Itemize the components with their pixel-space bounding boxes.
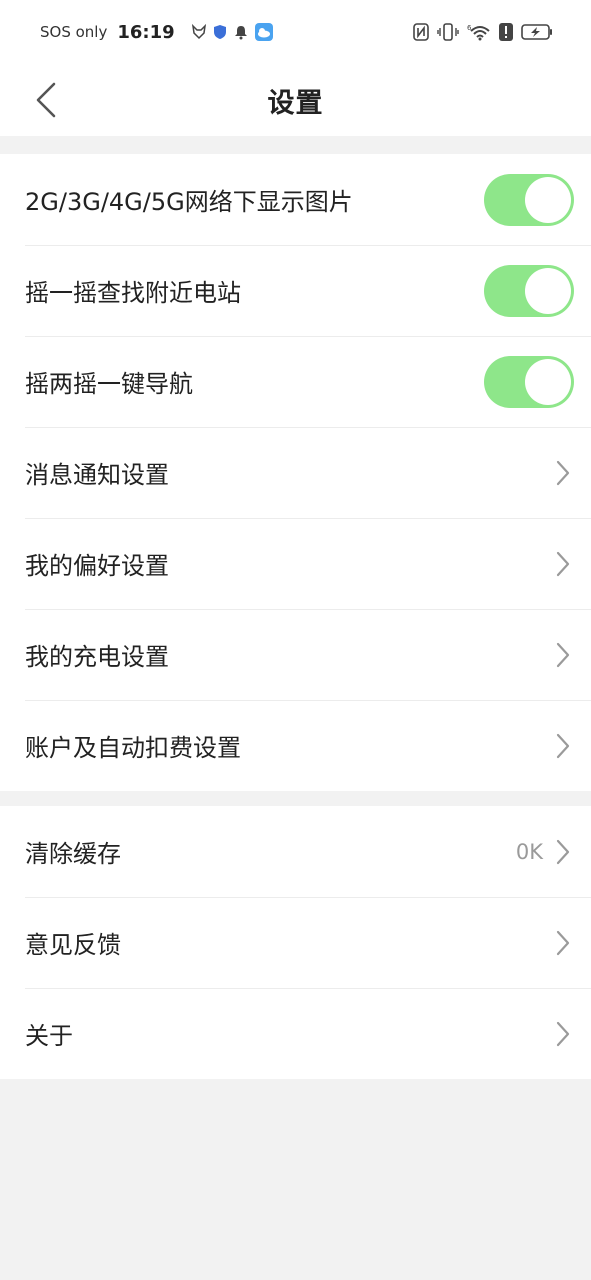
setting-row-shake-navigate[interactable]: 摇两摇一键导航 [0,336,591,427]
notification-icons [191,23,273,41]
status-right: 6 [413,23,553,41]
chevron-left-icon [34,82,58,118]
toggle-knob [525,267,571,314]
carrier-text: SOS only [40,23,108,41]
setting-label: 意见反馈 [25,931,121,959]
weather-icon [254,23,273,41]
status-left: SOS only 16:19 [40,22,273,43]
setting-row-about[interactable]: 关于 [0,988,591,1079]
chevron-right-icon [553,640,573,670]
nfc-icon [413,23,429,41]
fox-icon [191,24,207,40]
setting-row-notifications[interactable]: 消息通知设置 [0,427,591,518]
setting-label: 账户及自动扣费设置 [25,734,241,762]
shield-icon [213,24,227,40]
back-button[interactable] [24,78,68,122]
chevron-right-icon [553,549,573,579]
page-title: 设置 [267,87,324,119]
chevron-right-icon [553,458,573,488]
battery-charging-icon [521,23,553,41]
setting-label: 摇一摇查找附近电站 [25,279,241,307]
navigation-header: 设置 [0,64,591,136]
setting-row-account-autopay[interactable]: 账户及自动扣费设置 [0,700,591,791]
setting-label: 我的偏好设置 [25,552,169,580]
chevron-right-icon [553,1019,573,1049]
setting-label: 清除缓存 [25,840,121,868]
setting-row-feedback[interactable]: 意见反馈 [0,897,591,988]
setting-label: 2G/3G/4G/5G网络下显示图片 [25,188,353,216]
shake-navigate-toggle[interactable] [484,355,574,408]
cache-size-value: 0K [515,839,543,864]
setting-row-preferences[interactable]: 我的偏好设置 [0,518,591,609]
setting-label: 消息通知设置 [25,461,169,489]
toggle-knob [525,176,571,223]
settings-group-general: 2G/3G/4G/5G网络下显示图片 摇一摇查找附近电站 摇两摇一键导航 消息通… [0,154,591,791]
setting-label: 我的充电设置 [25,643,169,671]
bell-icon [233,24,249,40]
setting-label: 关于 [25,1022,73,1050]
setting-row-shake-find[interactable]: 摇一摇查找附近电站 [0,245,591,336]
status-bar: SOS only 16:19 6 [0,0,591,64]
chevron-right-icon [553,928,573,958]
settings-screen: SOS only 16:19 6 设置 2G/3G/4G/5G网络下显示图片 摇… [0,0,591,1280]
wifi-icon: 6 [467,23,491,41]
toggle-knob [525,358,571,405]
clock-time: 16:19 [117,21,175,43]
show-images-toggle[interactable] [484,173,574,226]
chevron-right-icon [553,731,573,761]
settings-group-misc: 清除缓存 0K 意见反馈 关于 [0,806,591,1079]
setting-row-charging[interactable]: 我的充电设置 [0,609,591,700]
setting-label: 摇两摇一键导航 [25,370,193,398]
vibrate-icon [437,23,459,41]
setting-row-show-images[interactable]: 2G/3G/4G/5G网络下显示图片 [0,154,591,245]
chevron-right-icon [553,837,573,867]
alert-icon [499,23,513,41]
shake-find-toggle[interactable] [484,264,574,317]
setting-row-clear-cache[interactable]: 清除缓存 0K [0,806,591,897]
